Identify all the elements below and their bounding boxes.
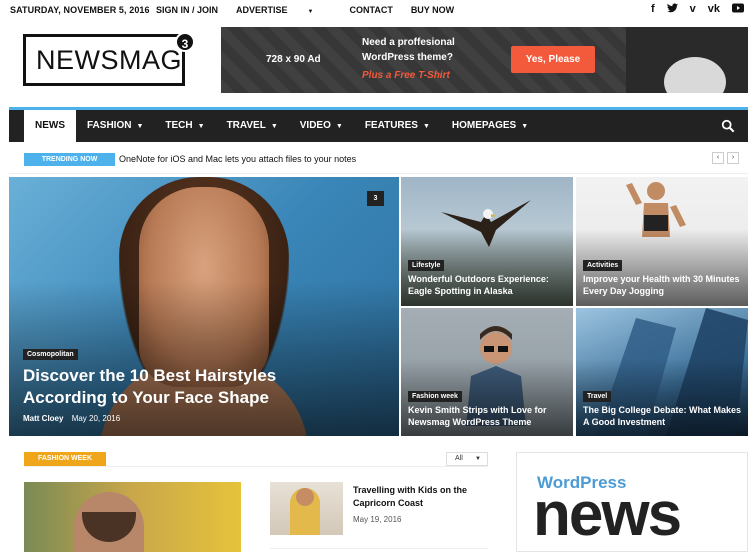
post-title[interactable]: Discover the 10 Best Hairstyles Accordin… bbox=[23, 365, 323, 409]
vimeo-icon[interactable]: v bbox=[690, 3, 696, 16]
section-label[interactable]: FASHION WEEK bbox=[24, 452, 106, 466]
facebook-icon[interactable]: f bbox=[651, 3, 655, 16]
trending-arrows: ‹ › bbox=[712, 152, 739, 164]
sidebar-ad[interactable]: WordPress news bbox=[516, 452, 748, 552]
featured-tile-eagle[interactable]: Lifestyle Wonderful Outdoors Experience:… bbox=[401, 177, 573, 306]
contact-link[interactable]: CONTACT bbox=[349, 5, 392, 15]
category-tag[interactable]: Cosmopolitan bbox=[23, 349, 78, 360]
nav-label: FEATURES bbox=[364, 120, 418, 131]
featured-tile-runner[interactable]: Activities Improve your Health with 30 M… bbox=[576, 177, 748, 306]
ad-tagline: Plus a Free T-Shirt bbox=[362, 70, 450, 81]
buy-now-link[interactable]: BUY NOW bbox=[411, 5, 454, 15]
ad-headline-1: Need a proffesional bbox=[362, 37, 455, 48]
site-logo[interactable]: NEWSMAG bbox=[23, 34, 185, 86]
nav-label: TRAVEL bbox=[226, 120, 266, 131]
comment-count-badge[interactable]: 3 bbox=[367, 191, 384, 206]
tshirt-print bbox=[664, 57, 726, 93]
current-date: SATURDAY, NOVEMBER 5, 2016 bbox=[10, 5, 150, 15]
category-tag[interactable]: Travel bbox=[583, 391, 612, 402]
trending-bar: TRENDING NOW OneNote for iOS and Mac let… bbox=[9, 143, 748, 174]
photo-head bbox=[296, 488, 314, 506]
nav-item-fashion[interactable]: FASHION ▼ bbox=[76, 110, 154, 142]
chevron-down-icon: ▼ bbox=[197, 123, 205, 130]
chevron-down-icon: ▼ bbox=[335, 123, 343, 130]
chevron-down-icon: ▼ bbox=[270, 123, 278, 130]
trending-label: TRENDING NOW bbox=[24, 153, 115, 166]
section-main-image[interactable] bbox=[24, 482, 241, 552]
small-post-image[interactable] bbox=[270, 482, 343, 535]
small-post-title[interactable]: Travelling with Kids on the Capricorn Co… bbox=[353, 484, 493, 509]
chevron-left-icon[interactable]: ‹ bbox=[712, 152, 724, 164]
nav-item-features[interactable]: FEATURES ▼ bbox=[354, 110, 441, 142]
trending-headline[interactable]: OneNote for iOS and Mac lets you attach … bbox=[119, 154, 356, 164]
post-title[interactable]: Improve your Health with 30 Minutes Ever… bbox=[583, 274, 743, 297]
section-filter-select[interactable]: All ▼ bbox=[446, 452, 488, 466]
sign-in-link[interactable]: SIGN IN / JOIN bbox=[156, 5, 218, 15]
post-title[interactable]: Wonderful Outdoors Experience: Eagle Spo… bbox=[408, 274, 568, 297]
nav-label: HOMEPAGES bbox=[451, 120, 517, 131]
nav-item-travel[interactable]: TRAVEL ▼ bbox=[216, 110, 289, 142]
post-author[interactable]: Matt Cloey bbox=[23, 414, 63, 423]
post-divider bbox=[270, 548, 488, 549]
nav-label: FASHION bbox=[87, 120, 132, 131]
logo-text: NEWSMAG bbox=[36, 45, 183, 75]
ad-tshirt-image bbox=[626, 27, 748, 93]
post-date: May 20, 2016 bbox=[71, 414, 121, 423]
ad-size-label: 728 x 90 Ad bbox=[266, 54, 321, 65]
category-tag[interactable]: Activities bbox=[583, 260, 623, 271]
vk-icon[interactable]: vk bbox=[708, 3, 720, 16]
nav-item-video[interactable]: VIDEO ▼ bbox=[289, 110, 354, 142]
section-divider bbox=[24, 466, 488, 467]
main-nav: NEWS FASHION ▼ TECH ▼ TRAVEL ▼ VIDEO ▼ FEATU… bbox=[9, 110, 748, 142]
ad-headline-2: WordPress theme? bbox=[362, 52, 453, 63]
category-tag[interactable]: Fashion week bbox=[408, 391, 462, 402]
chevron-down-icon: ▼ bbox=[521, 123, 529, 130]
header-ad-banner[interactable]: 728 x 90 Ad Need a proffesional WordPres… bbox=[221, 27, 748, 93]
chevron-right-icon[interactable]: › bbox=[727, 152, 739, 164]
nav-item-homepages[interactable]: HOMEPAGES ▼ bbox=[441, 110, 539, 142]
search-icon[interactable] bbox=[721, 119, 735, 133]
featured-tile-buildings[interactable]: Travel The Big College Debate: What Make… bbox=[576, 308, 748, 436]
featured-main-post[interactable]: 3 Cosmopolitan Discover the 10 Best Hair… bbox=[9, 177, 399, 436]
logo-version-badge: 3 bbox=[175, 32, 195, 52]
chevron-down-icon: ▼ bbox=[422, 123, 430, 130]
filter-value: All bbox=[455, 455, 463, 462]
post-title[interactable]: Kevin Smith Strips with Love for Newsmag… bbox=[408, 405, 568, 428]
social-links: f v vk bbox=[651, 3, 744, 16]
post-title[interactable]: The Big College Debate: What Makes A Goo… bbox=[583, 405, 743, 428]
nav-item-tech[interactable]: TECH ▼ bbox=[154, 110, 215, 142]
small-post-date: May 19, 2016 bbox=[353, 515, 402, 524]
advertise-label: ADVERTISE bbox=[236, 5, 288, 15]
top-links: SIGN IN / JOIN ADVERTISE ▼ CONTACT BUY NO… bbox=[156, 5, 472, 15]
twitter-icon[interactable] bbox=[666, 3, 678, 16]
top-bar: SATURDAY, NOVEMBER 5, 2016 SIGN IN / JOI… bbox=[0, 0, 750, 20]
ad-cta-button[interactable]: Yes, Please bbox=[511, 46, 595, 73]
sidebar-ad-big-text: news bbox=[533, 480, 682, 549]
nav-label: TECH bbox=[165, 120, 193, 131]
chevron-down-icon: ▼ bbox=[136, 123, 144, 130]
chevron-down-icon: ▼ bbox=[475, 456, 481, 462]
nav-label: VIDEO bbox=[299, 120, 331, 131]
nav-item-news[interactable]: NEWS bbox=[24, 110, 76, 142]
youtube-icon[interactable] bbox=[732, 3, 744, 16]
post-byline: Matt Cloey May 20, 2016 bbox=[23, 414, 120, 423]
featured-tile-man[interactable]: Fashion week Kevin Smith Strips with Lov… bbox=[401, 308, 573, 436]
chevron-down-icon: ▼ bbox=[307, 9, 314, 15]
category-tag[interactable]: Lifestyle bbox=[408, 260, 445, 271]
advertise-link[interactable]: ADVERTISE ▼ bbox=[236, 5, 331, 15]
